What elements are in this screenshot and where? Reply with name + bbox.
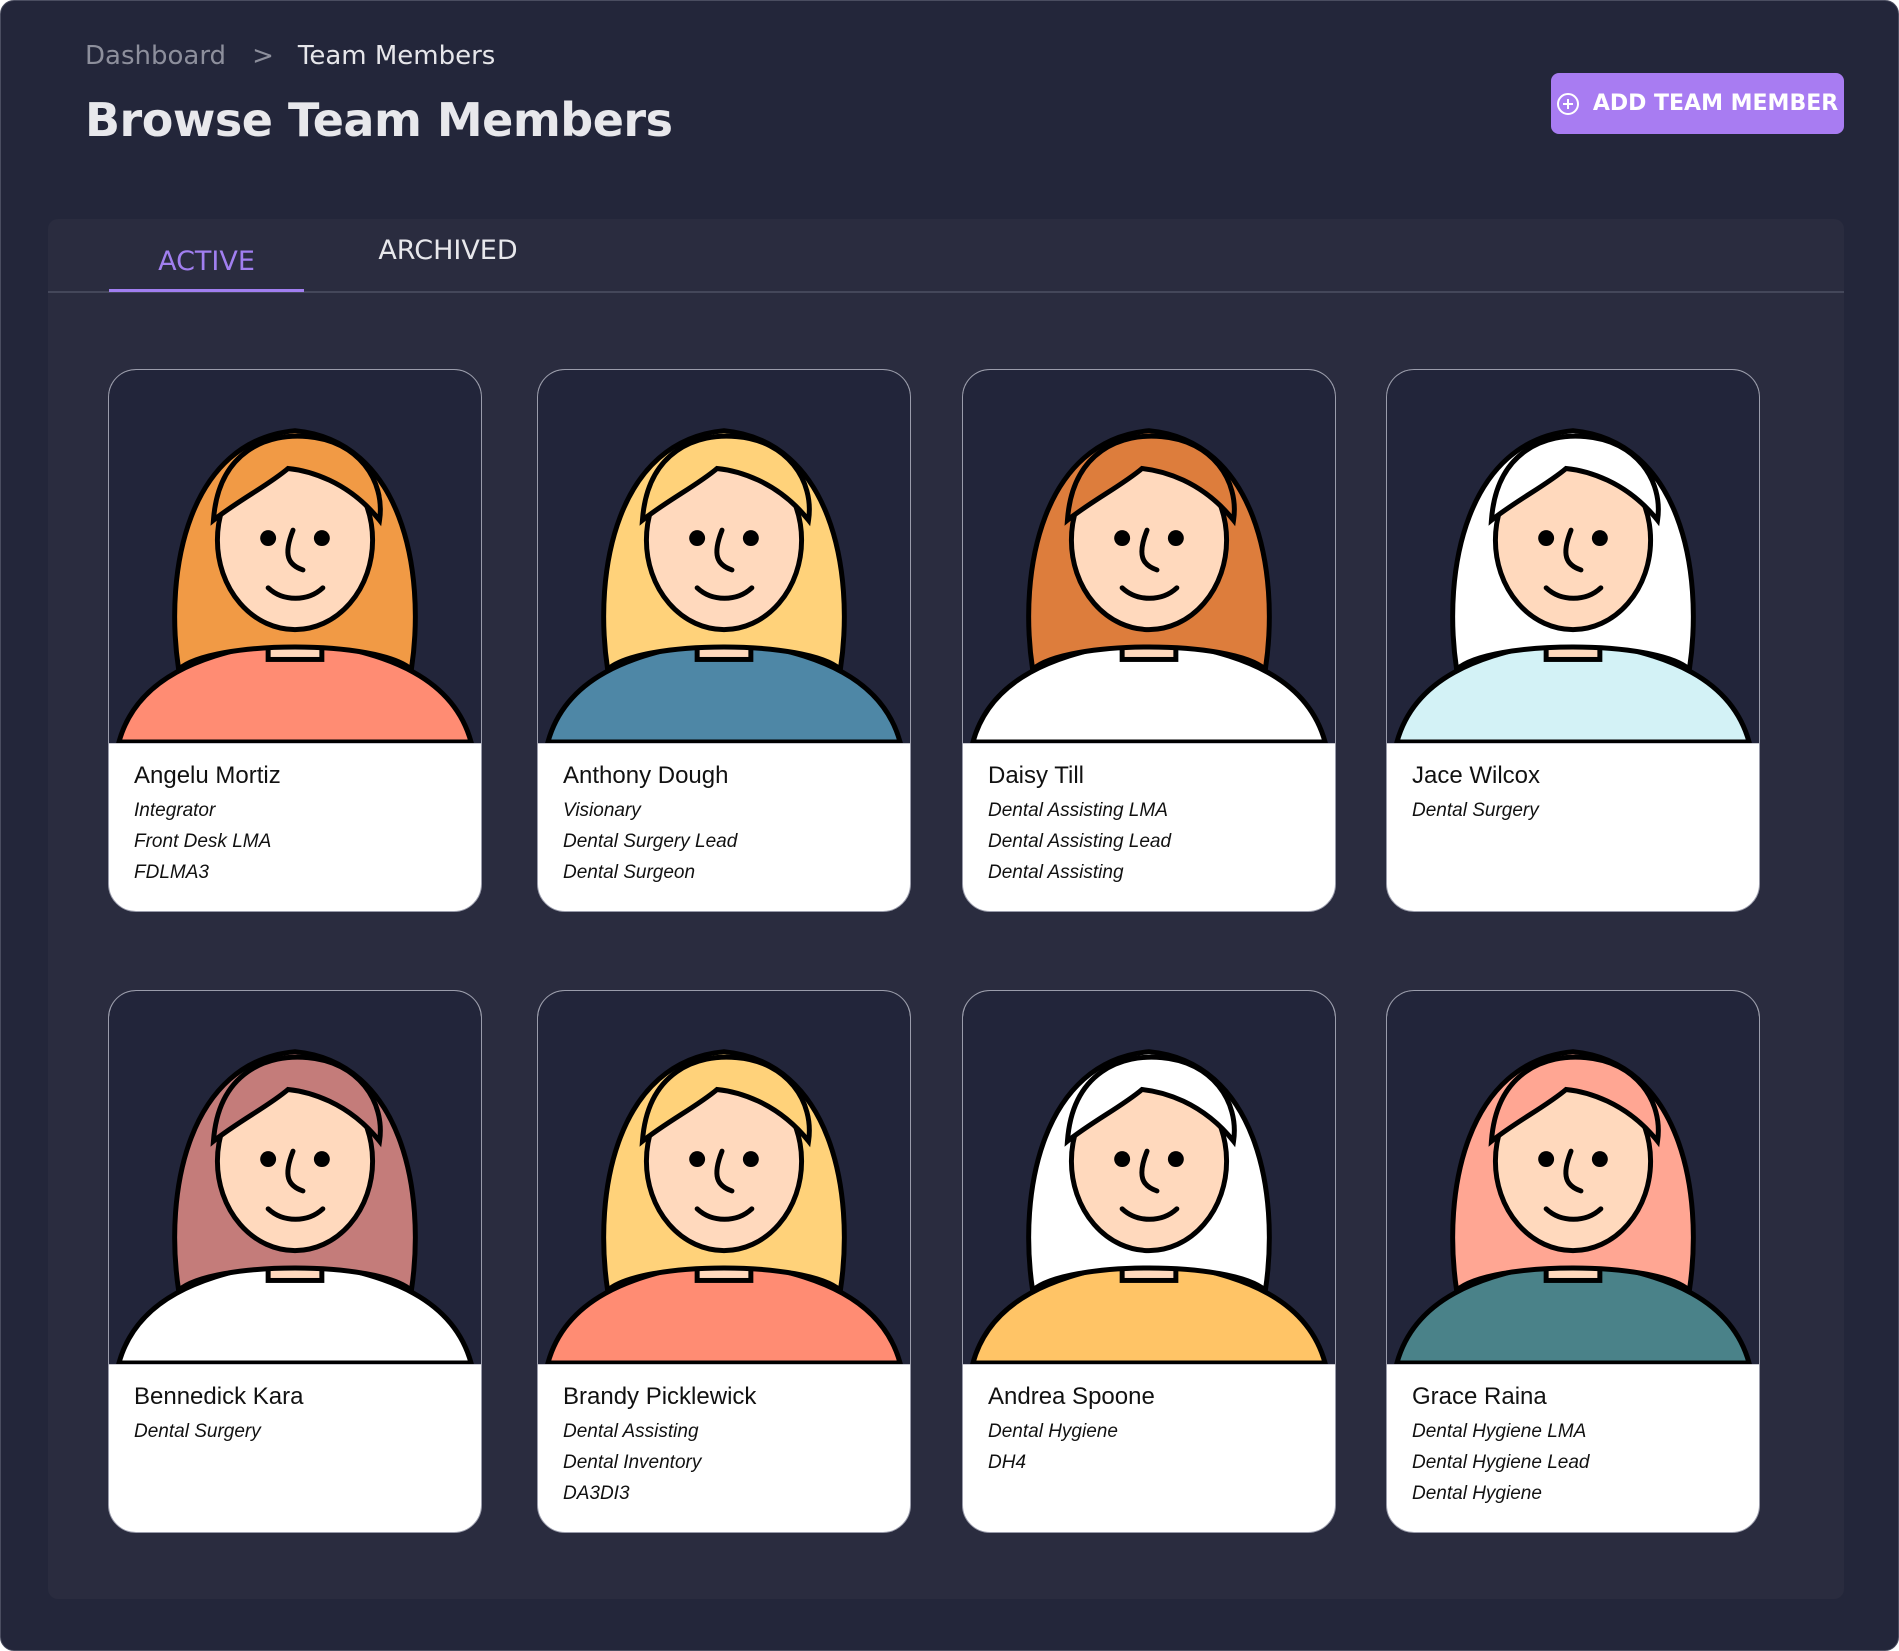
member-avatar [1387, 991, 1759, 1365]
member-avatar [963, 991, 1335, 1365]
member-name: Jace Wilcox [1412, 762, 1541, 789]
member-roles: Integrator Front Desk LMA FDLMA3 [134, 795, 271, 888]
breadcrumb-current: Team Members [297, 41, 496, 71]
plus-circle-icon [1556, 92, 1579, 115]
member-name: Andrea Spoone [988, 1383, 1155, 1410]
member-card-6[interactable]: Brandy Picklewick Dental Assisting Dental… [537, 990, 911, 1533]
member-avatar [109, 370, 481, 744]
member-avatar [538, 991, 910, 1365]
member-avatar [1387, 370, 1759, 744]
member-name: Brandy Picklewick [563, 1383, 757, 1410]
member-role: DH4 [988, 1452, 1027, 1473]
member-name: Bennedick Kara [134, 1383, 304, 1410]
member-card-2[interactable]: Anthony Dough Visionary Dental Surgery Le… [537, 369, 911, 912]
member-role: DA3DI3 [563, 1483, 630, 1504]
member-card-5[interactable]: Bennedick Kara Dental Surgery [108, 990, 482, 1533]
member-role: Dental Hygiene LMA [1412, 1421, 1587, 1442]
member-roles: Dental Hygiene LMA Dental Hygiene Lead Den… [1412, 1416, 1589, 1509]
member-roles: Dental Surgery [134, 1416, 261, 1447]
member-name: Grace Raina [1412, 1383, 1547, 1410]
member-role: Dental Assisting LMA [988, 800, 1168, 821]
member-role: Dental Surgery [134, 1421, 261, 1442]
member-role: Dental Hygiene Lead [1412, 1452, 1590, 1473]
member-avatar [109, 991, 481, 1365]
member-roles: Dental Hygiene DH4 [988, 1416, 1118, 1478]
tab-active[interactable]: ACTIVE [109, 219, 304, 292]
member-role: Dental Assisting Lead [988, 831, 1172, 852]
member-roles: Visionary Dental Surgery Lead Dental Surge… [563, 795, 737, 888]
app-window: Dashboard > Team Members Browse Team Mem… [0, 0, 1899, 1651]
member-card-3[interactable]: Daisy Till Dental Assisting LMA Dental As… [962, 369, 1336, 912]
member-roles: Dental Surgery [1412, 795, 1539, 826]
tab-bar: ACTIVE ARCHIVED [48, 219, 1844, 293]
member-avatar [538, 370, 910, 744]
breadcrumb: Dashboard > Team Members [85, 41, 495, 71]
member-card-8[interactable]: Grace Raina Dental Hygiene LMA Dental Hyg… [1386, 990, 1760, 1533]
member-role: Dental Surgery [1412, 800, 1539, 821]
member-name: Angelu Mortiz [134, 762, 281, 789]
member-role: Integrator [134, 800, 216, 821]
page-title: Browse Team Members [85, 93, 673, 147]
member-roles: Dental Assisting LMA Dental Assisting Lea… [988, 795, 1171, 888]
member-role: Dental Inventory [563, 1452, 702, 1473]
member-card-4[interactable]: Jace Wilcox Dental Surgery [1386, 369, 1760, 912]
member-card-7[interactable]: Andrea Spoone Dental Hygiene DH4 [962, 990, 1336, 1533]
member-name: Anthony Dough [563, 762, 729, 789]
member-role: Dental Assisting [563, 1421, 699, 1442]
member-role: Visionary [563, 800, 641, 821]
member-role: Dental Hygiene [1412, 1483, 1542, 1504]
member-avatar [963, 370, 1335, 744]
member-name: Daisy Till [988, 762, 1085, 789]
tab-archived[interactable]: ARCHIVED [368, 219, 528, 291]
member-roles: Dental Assisting Dental Inventory DA3DI3 [563, 1416, 701, 1509]
breadcrumb-dashboard-link[interactable]: Dashboard [85, 41, 226, 71]
member-role: Dental Assisting [988, 862, 1124, 883]
member-card-1[interactable]: Angelu Mortiz Integrator Front Desk LMA FD… [108, 369, 482, 912]
member-role: Dental Surgeon [563, 862, 696, 883]
member-role: FDLMA3 [134, 862, 209, 883]
member-role: Dental Hygiene [988, 1421, 1118, 1442]
members-panel: ACTIVE ARCHIVED Angelu Mortiz Integrator… [48, 219, 1844, 1599]
add-team-member-button[interactable]: ADD TEAM MEMBER [1551, 73, 1844, 134]
member-role: Dental Surgery Lead [563, 831, 738, 852]
member-role: Front Desk LMA [134, 831, 272, 852]
breadcrumb-separator: > [252, 41, 274, 71]
add-team-member-label: ADD TEAM MEMBER [1592, 91, 1839, 116]
